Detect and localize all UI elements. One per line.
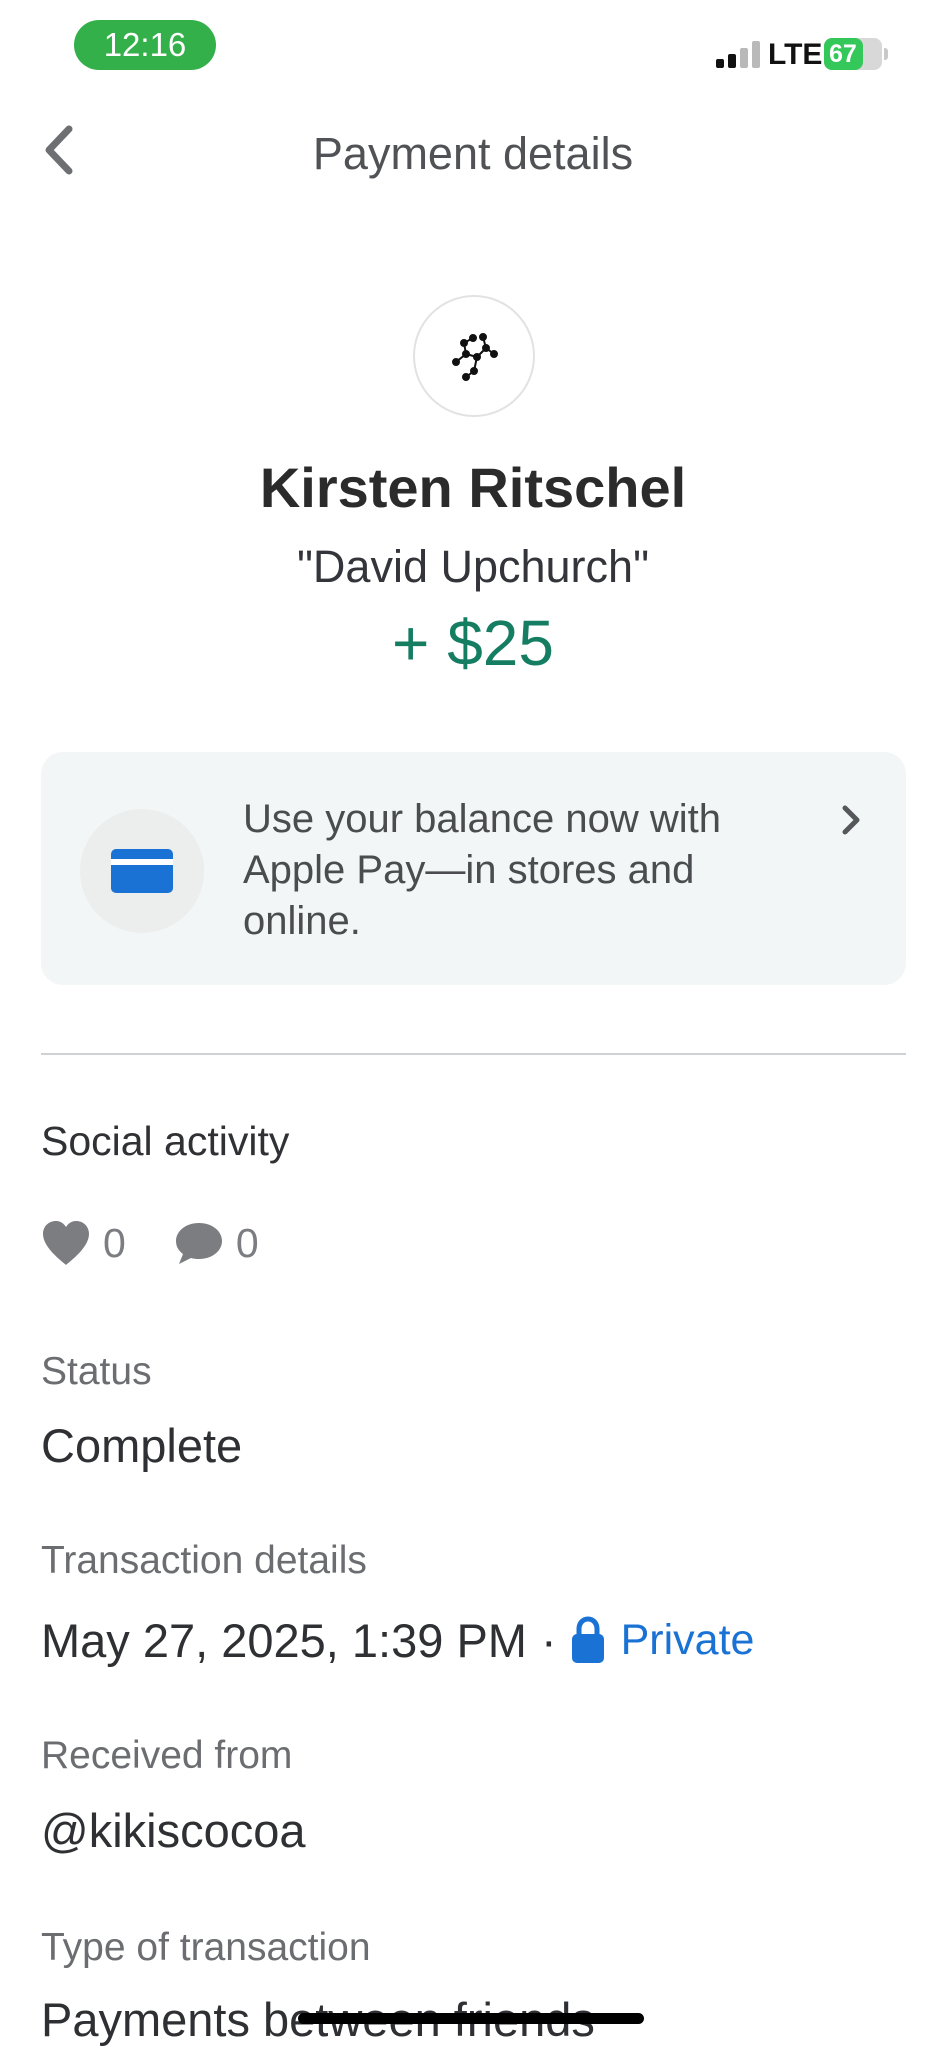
detail-separator: · [540, 1613, 557, 1667]
social-activity-heading: Social activity [41, 1118, 290, 1164]
battery-tip [884, 48, 888, 60]
comment-bubble-icon [175, 1223, 222, 1264]
section-divider [41, 1053, 906, 1055]
like-button[interactable]: 0 [41, 1220, 126, 1267]
lock-icon [571, 1616, 604, 1663]
promo-text: Use your balance now with Apple Pay—in s… [243, 797, 722, 943]
transaction-type-label: Type of transaction [41, 1926, 371, 1969]
payment-amount: + $25 [392, 607, 554, 679]
transaction-date: May 27, 2025, 1:39 PM [41, 1613, 527, 1667]
avatar[interactable] [413, 295, 535, 417]
like-count: 0 [103, 1219, 126, 1266]
home-indicator[interactable] [298, 2013, 644, 2024]
page-title: Payment details [312, 128, 634, 179]
cellular-signal-icon [716, 40, 762, 68]
transaction-details-row: May 27, 2025, 1:39 PM · Private [41, 1610, 754, 1670]
comment-count: 0 [235, 1219, 259, 1266]
transaction-details-label: Transaction details [41, 1539, 367, 1582]
status-time: 12:16 [74, 20, 216, 70]
privacy-value: Private [620, 1615, 755, 1664]
apple-pay-promo-card[interactable]: Use your balance now with Apple Pay—in s… [41, 752, 906, 985]
battery-icon: 67 [824, 38, 882, 70]
received-from-value[interactable]: @kikiscocoa [41, 1803, 306, 1858]
promo-icon-container [80, 809, 204, 933]
privacy-setting-link[interactable]: Private [571, 1615, 755, 1665]
recipient-name: Kirsten Ritschel [259, 456, 687, 519]
molecule-logo-icon [452, 333, 498, 381]
battery-percentage: 67 [829, 40, 857, 68]
network-type: LTE [768, 38, 823, 71]
credit-card-icon [111, 849, 173, 893]
status-label: Status [41, 1350, 152, 1393]
heart-icon [43, 1221, 89, 1265]
comment-button[interactable]: 0 [174, 1220, 259, 1267]
received-from-label: Received from [41, 1734, 293, 1777]
status-value: Complete [41, 1419, 243, 1472]
chevron-right-icon [842, 805, 860, 835]
social-activity-row: 0 0 [41, 1216, 307, 1270]
status-bar: 12:16 LTE 67 [0, 0, 946, 90]
payment-note: "David Upchurch" [296, 541, 650, 592]
